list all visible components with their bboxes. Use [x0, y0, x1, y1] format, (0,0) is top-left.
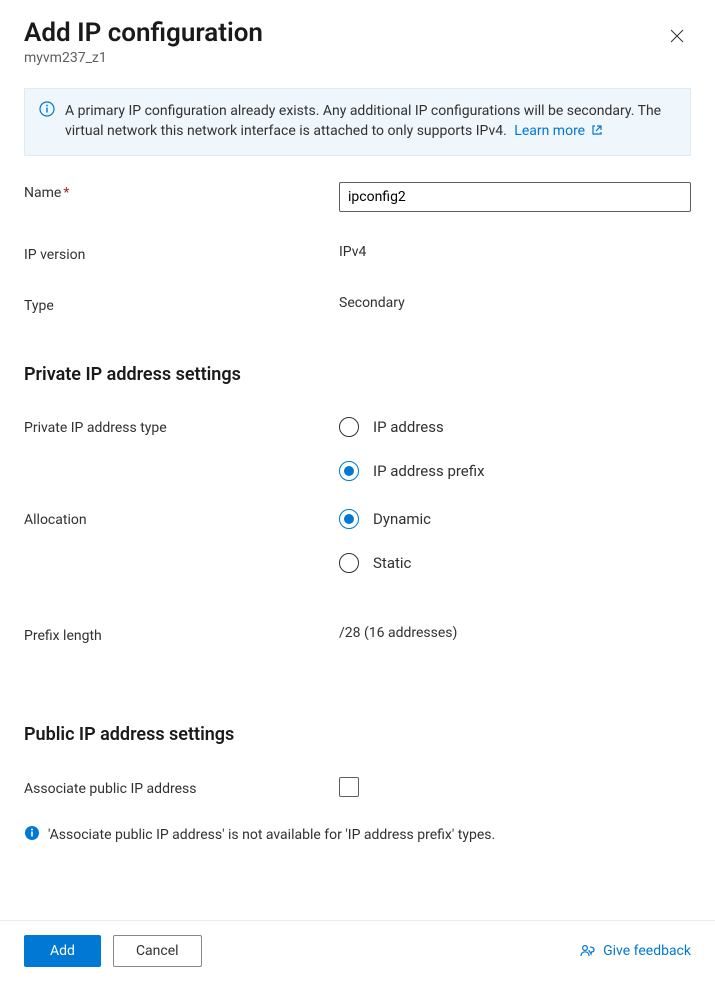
row-name: Name* — [24, 182, 691, 212]
value-private-addr-type: IP address IP address prefix — [339, 417, 691, 481]
info-box: A primary IP configuration already exist… — [24, 88, 691, 156]
row-private-addr-type: Private IP address type IP address IP ad… — [24, 417, 691, 481]
label-private-addr-type: Private IP address type — [24, 417, 339, 436]
give-feedback-link[interactable]: Give feedback — [579, 943, 691, 959]
radio-label: Static — [373, 554, 411, 572]
row-type: Type Secondary — [24, 295, 691, 314]
label-ip-version: IP version — [24, 244, 339, 263]
cancel-button[interactable]: Cancel — [113, 935, 202, 967]
learn-more-link[interactable]: Learn more — [514, 123, 602, 139]
radio-label: Dynamic — [373, 510, 431, 528]
info-solid-icon — [24, 825, 40, 845]
row-ip-version: IP version IPv4 — [24, 244, 691, 263]
close-button[interactable] — [663, 22, 691, 50]
public-ip-status-text: 'Associate public IP address' is not ava… — [48, 827, 495, 843]
panel: Add IP configuration myvm237_z1 A primar… — [0, 0, 715, 985]
value-ip-version: IPv4 — [339, 244, 691, 260]
row-prefix-length: Prefix length /28 (16 addresses) — [24, 625, 691, 644]
radio-ip-address[interactable]: IP address — [339, 417, 691, 437]
radio-static[interactable]: Static — [339, 553, 691, 573]
radio-group-addr-type: IP address IP address prefix — [339, 417, 691, 481]
value-associate-public-ip — [339, 777, 691, 801]
footer-buttons: Add Cancel — [24, 935, 202, 967]
radio-circle-icon — [339, 461, 359, 481]
radio-circle-icon — [339, 509, 359, 529]
row-allocation: Allocation Dynamic Static — [24, 509, 691, 573]
give-feedback-label: Give feedback — [603, 943, 691, 959]
header: Add IP configuration myvm237_z1 — [24, 18, 691, 66]
add-button[interactable]: Add — [24, 935, 101, 967]
section-private-title: Private IP address settings — [24, 364, 691, 385]
title-block: Add IP configuration myvm237_z1 — [24, 18, 263, 66]
feedback-icon — [579, 943, 595, 959]
section-public-title: Public IP address settings — [24, 724, 691, 745]
radio-dynamic[interactable]: Dynamic — [339, 509, 691, 529]
external-link-icon — [591, 122, 603, 142]
page-title: Add IP configuration — [24, 18, 263, 48]
radio-ip-address-prefix[interactable]: IP address prefix — [339, 461, 691, 481]
label-name: Name* — [24, 182, 339, 201]
label-associate-public-ip: Associate public IP address — [24, 781, 339, 797]
associate-public-ip-checkbox[interactable] — [339, 777, 359, 797]
public-ip-status: 'Associate public IP address' is not ava… — [24, 825, 691, 845]
radio-group-allocation: Dynamic Static — [339, 509, 691, 573]
radio-circle-icon — [339, 417, 359, 437]
value-prefix-length: /28 (16 addresses) — [339, 625, 691, 641]
label-type: Type — [24, 295, 339, 314]
value-type: Secondary — [339, 295, 691, 311]
info-icon — [39, 101, 55, 143]
value-name — [339, 182, 691, 212]
value-allocation: Dynamic Static — [339, 509, 691, 573]
name-input[interactable] — [339, 182, 691, 212]
radio-label: IP address — [373, 418, 444, 436]
radio-label: IP address prefix — [373, 462, 485, 480]
required-indicator: * — [63, 185, 69, 201]
label-allocation: Allocation — [24, 509, 339, 528]
radio-circle-icon — [339, 553, 359, 573]
footer: Add Cancel Give feedback — [0, 920, 715, 985]
page-subtitle: myvm237_z1 — [24, 50, 263, 66]
row-associate-public-ip: Associate public IP address — [24, 777, 691, 801]
info-text-container: A primary IP configuration already exist… — [65, 101, 676, 143]
label-prefix-length: Prefix length — [24, 625, 339, 644]
close-icon — [669, 28, 685, 44]
